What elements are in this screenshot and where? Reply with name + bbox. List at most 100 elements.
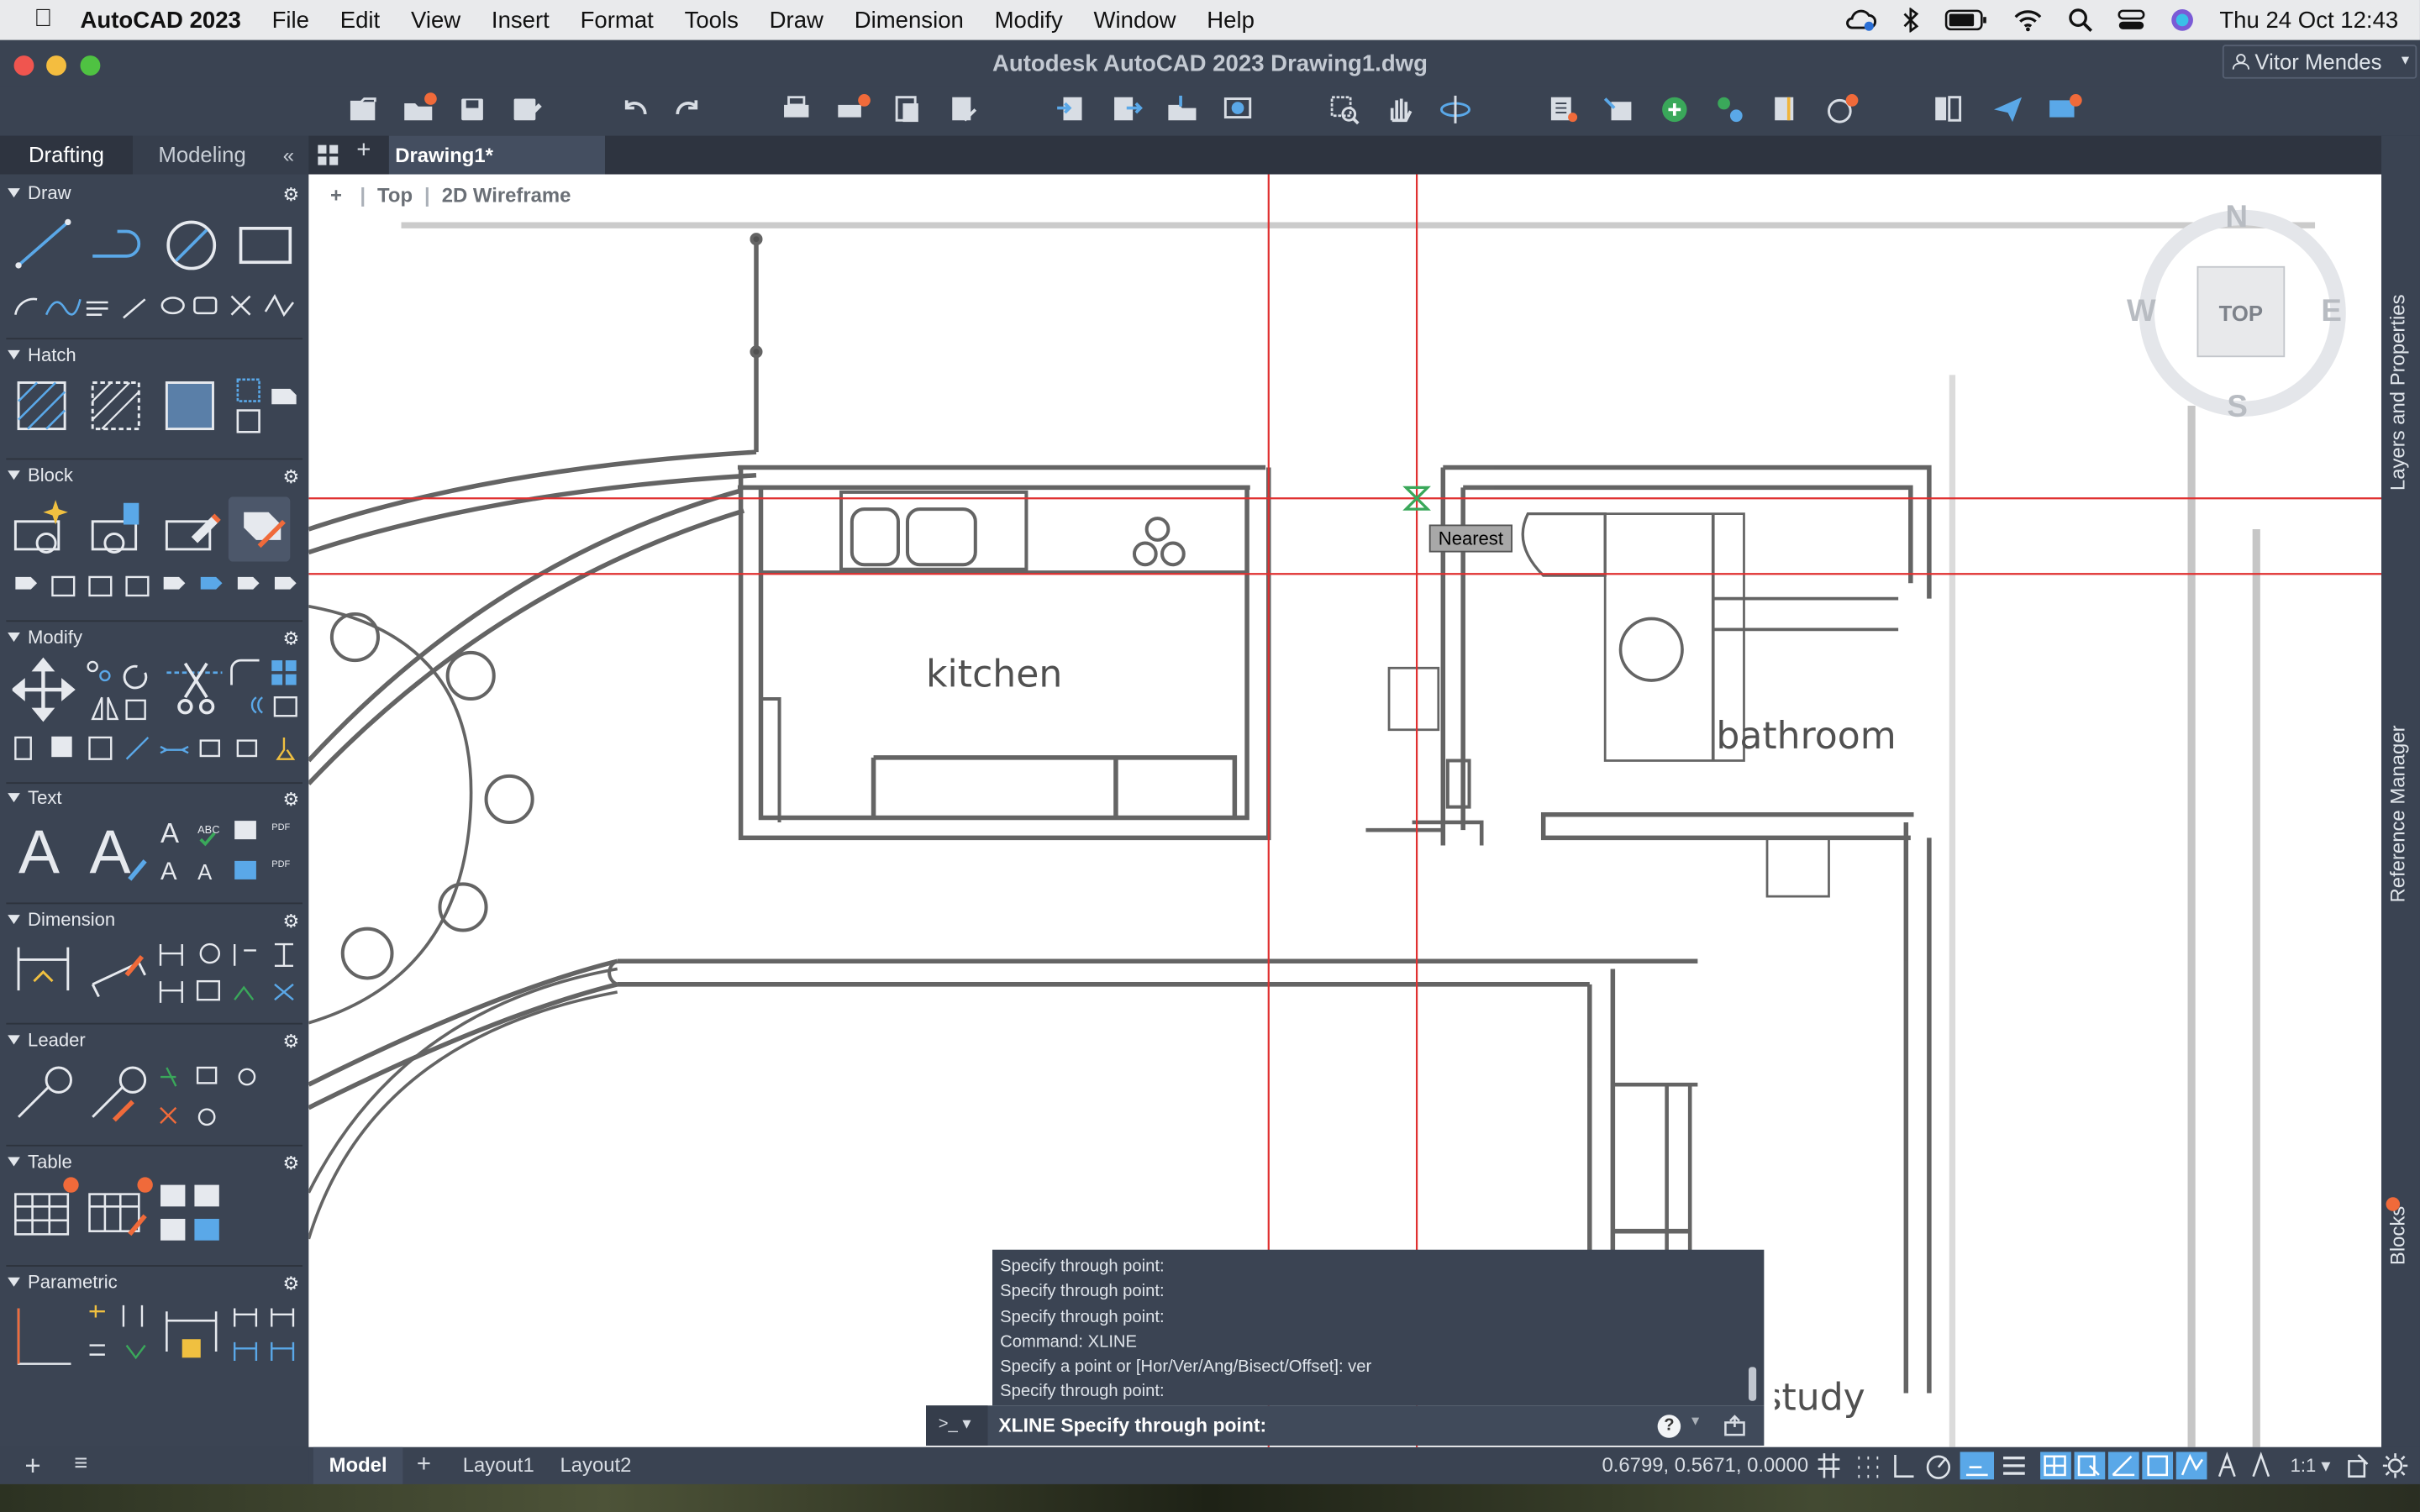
zoom-window-button[interactable] <box>80 55 101 76</box>
compass-east[interactable]: E <box>2321 295 2342 330</box>
aligned-dimension-icon[interactable] <box>91 954 146 998</box>
visual-style-label[interactable]: 2D Wireframe <box>442 184 571 207</box>
export-icon[interactable] <box>1107 90 1147 130</box>
line-icon[interactable] <box>15 218 71 269</box>
polar-icon[interactable] <box>1926 1455 1951 1479</box>
batch-plot-icon[interactable] <box>832 90 872 130</box>
menu-help[interactable]: Help <box>1207 7 1255 33</box>
undo-icon[interactable] <box>614 90 655 130</box>
view-label[interactable]: Top <box>377 184 413 207</box>
menu-insert[interactable]: Insert <box>492 7 550 33</box>
gear-icon[interactable]: ⚙ <box>283 906 300 937</box>
compass-south[interactable]: S <box>2227 391 2248 426</box>
modify-small-icons[interactable] <box>14 736 296 760</box>
polyline-icon[interactable] <box>92 229 141 258</box>
boundary-icon[interactable] <box>165 381 214 431</box>
share-icon[interactable] <box>1162 90 1202 130</box>
siri-icon[interactable] <box>2170 8 2195 32</box>
menu-tools[interactable]: Tools <box>685 7 739 33</box>
open-folder-icon[interactable] <box>398 90 439 130</box>
recent-commands-icon[interactable] <box>1723 1413 1747 1437</box>
redo-icon[interactable] <box>668 90 708 130</box>
tab-drafting[interactable]: Drafting <box>0 135 133 175</box>
menu-edit[interactable]: Edit <box>340 7 380 33</box>
multileader-icon[interactable] <box>18 1066 72 1118</box>
copy-icon[interactable] <box>87 660 111 682</box>
section-dimension[interactable]: Dimension ⚙ <box>0 904 308 935</box>
gear-icon[interactable]: ⚙ <box>283 784 300 815</box>
fillet-icon[interactable] <box>230 659 260 685</box>
section-parametric[interactable]: Parametric ⚙ <box>0 1267 308 1298</box>
zoom-window-icon[interactable] <box>1324 90 1365 130</box>
tab-model[interactable]: Model <box>313 1446 403 1484</box>
clock[interactable]: Thu 24 Oct 12:43 <box>2219 7 2398 33</box>
compass-north[interactable]: N <box>2226 201 2249 236</box>
gear-icon[interactable]: ⚙ <box>283 179 300 210</box>
workspace-switch-icon[interactable] <box>2348 1454 2369 1478</box>
trim-icon[interactable] <box>166 662 223 715</box>
command-prompt-icon[interactable]: >_ ▾ <box>926 1405 988 1446</box>
section-draw[interactable]: Draw ⚙ <box>0 177 308 208</box>
collapse-palette-icon[interactable]: « <box>275 136 302 175</box>
apple-icon[interactable]:  <box>34 6 52 34</box>
viewport-menu-icon[interactable]: + <box>330 184 342 207</box>
menu-modify[interactable]: Modify <box>995 7 1063 33</box>
plot-icon[interactable] <box>776 90 817 130</box>
wifi-icon[interactable] <box>2012 8 2044 32</box>
linear-dimension-icon[interactable] <box>17 947 70 991</box>
grid-icon[interactable] <box>1818 1453 1840 1478</box>
circle-icon[interactable] <box>166 220 217 270</box>
edit-block-icon[interactable] <box>165 513 221 551</box>
table-icon[interactable] <box>14 1177 79 1236</box>
block-small-icons[interactable] <box>15 575 297 597</box>
control-center-icon[interactable] <box>2118 8 2145 32</box>
compass-west[interactable]: W <box>2127 295 2156 330</box>
lineweight-icon[interactable] <box>2003 1457 2025 1475</box>
dimensional-constraint-icon[interactable] <box>166 1311 218 1358</box>
section-leader[interactable]: Leader ⚙ <box>0 1025 308 1056</box>
multiline-text-icon[interactable]: A <box>18 817 60 886</box>
creative-cloud-icon[interactable] <box>1843 8 1877 32</box>
constraint-small-icons[interactable] <box>89 1305 146 1360</box>
stretch-icon[interactable] <box>125 699 146 721</box>
new-drawing-icon[interactable] <box>343 90 383 130</box>
annotation-visibility-icon[interactable] <box>2217 1452 2236 1478</box>
publish-icon[interactable] <box>943 90 983 130</box>
new-tab-plus-icon[interactable]: + <box>356 137 371 165</box>
table-style-icon[interactable] <box>88 1177 153 1236</box>
command-history-scrollbar[interactable] <box>1748 1367 1757 1401</box>
close-window-button[interactable] <box>13 55 34 76</box>
coordinate-readout[interactable]: 0.6799, 0.5671, 0.0000 <box>1602 1447 1808 1484</box>
annotation-scale-icon[interactable] <box>2252 1452 2270 1478</box>
dimension-small-icons[interactable] <box>159 942 294 1003</box>
help-icon[interactable]: ? <box>1657 1415 1681 1438</box>
send-icon[interactable] <box>1988 90 2028 130</box>
pan-hand-icon[interactable] <box>1380 90 1420 130</box>
annotation-scale-value[interactable]: 1:1 ▾ <box>2291 1447 2331 1484</box>
gear-icon[interactable]: ⚙ <box>283 461 300 492</box>
save-as-icon[interactable] <box>506 90 546 130</box>
move-icon[interactable] <box>12 657 76 722</box>
offset-icon[interactable] <box>250 696 297 717</box>
gear-icon[interactable]: ⚙ <box>283 623 300 654</box>
rotate-icon[interactable] <box>123 664 148 690</box>
section-block[interactable]: Block ⚙ <box>0 459 308 491</box>
section-hatch[interactable]: Hatch <box>0 339 308 370</box>
menu-format[interactable]: Format <box>581 7 654 33</box>
palette-options-icon[interactable]: ≡ <box>74 1450 87 1476</box>
section-table[interactable]: Table ⚙ <box>0 1147 308 1178</box>
chevron-down-icon[interactable]: ▾ <box>1691 1413 1699 1430</box>
gradient-icon[interactable] <box>91 381 140 431</box>
add-leader-icon[interactable] <box>92 1066 147 1122</box>
start-tab-grid-icon[interactable] <box>317 144 340 167</box>
hatch-icon[interactable] <box>17 381 66 431</box>
section-modify[interactable]: Modify ⚙ <box>0 622 308 653</box>
document-tab-drawing1[interactable]: Drawing1* <box>388 135 605 175</box>
compare-icon[interactable] <box>1928 90 1968 130</box>
layers-and-properties-panel-tab[interactable]: Layers and Properties <box>2386 294 2410 491</box>
create-block-icon[interactable] <box>91 502 139 554</box>
array-icon[interactable] <box>271 660 297 685</box>
mirror-icon[interactable] <box>91 696 119 721</box>
snap-mode-icon[interactable] <box>1858 1456 1879 1478</box>
viewcube-top-face[interactable]: TOP <box>2197 269 2284 359</box>
